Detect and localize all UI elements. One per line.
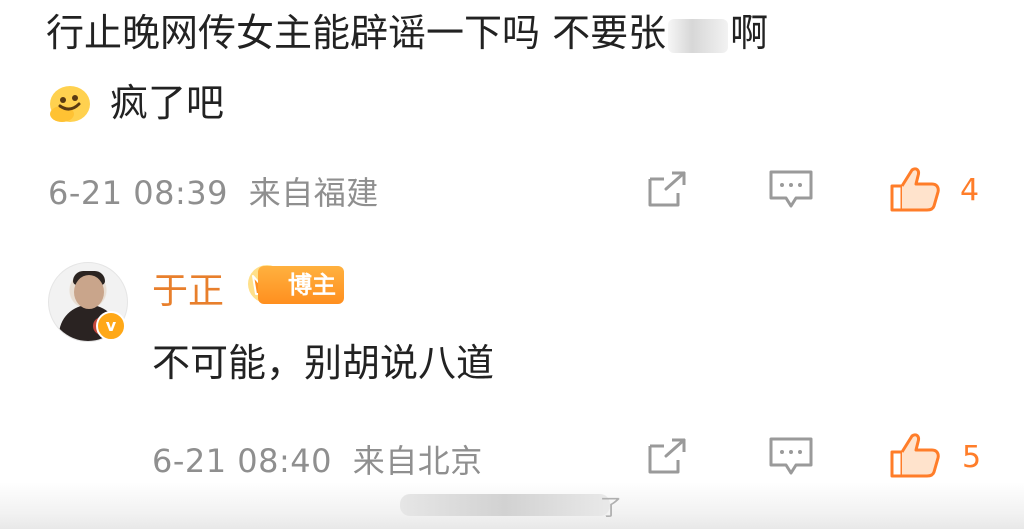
- like-count: 4: [960, 173, 980, 208]
- comment-icon[interactable]: [768, 435, 814, 479]
- comment-meta: 6-21 08:39 来自福建: [48, 168, 379, 214]
- blurred-watermark: [400, 494, 610, 516]
- repost-icon[interactable]: [646, 169, 688, 209]
- like-count: 5: [962, 440, 982, 475]
- like-thumb-icon[interactable]: [888, 430, 942, 480]
- melting-face-icon: [48, 82, 92, 130]
- timestamp: 6-21 08:39: [48, 174, 229, 212]
- comment-text-part2: 啊: [730, 11, 769, 55]
- repost-icon[interactable]: [646, 436, 688, 476]
- username[interactable]: 于正: [152, 262, 224, 314]
- verified-badge-icon: v: [96, 311, 126, 341]
- timestamp: 6-21 08:40: [152, 442, 333, 480]
- blogger-badge-label: 博主: [258, 266, 344, 304]
- comment-text-part1: 行止晚网传女主能辟谣一下吗 不要张: [46, 11, 667, 55]
- location: 来自北京: [352, 442, 483, 480]
- like-thumb-icon[interactable]: [888, 164, 942, 214]
- blogger-badge: 博主: [248, 265, 344, 304]
- blurred-text: [668, 18, 729, 53]
- location: 来自福建: [248, 174, 379, 212]
- watermark-text: 了: [600, 496, 623, 521]
- comment-text-line1: 行止晚网传女主能辟谣一下吗 不要张 啊: [46, 10, 768, 56]
- reply-meta: 6-21 08:40 来自北京: [152, 436, 483, 482]
- comment-icon[interactable]: [768, 168, 814, 212]
- reply-text: 不可能，别胡说八道: [152, 341, 495, 385]
- comment-text-line2: 疯了吧: [110, 81, 225, 125]
